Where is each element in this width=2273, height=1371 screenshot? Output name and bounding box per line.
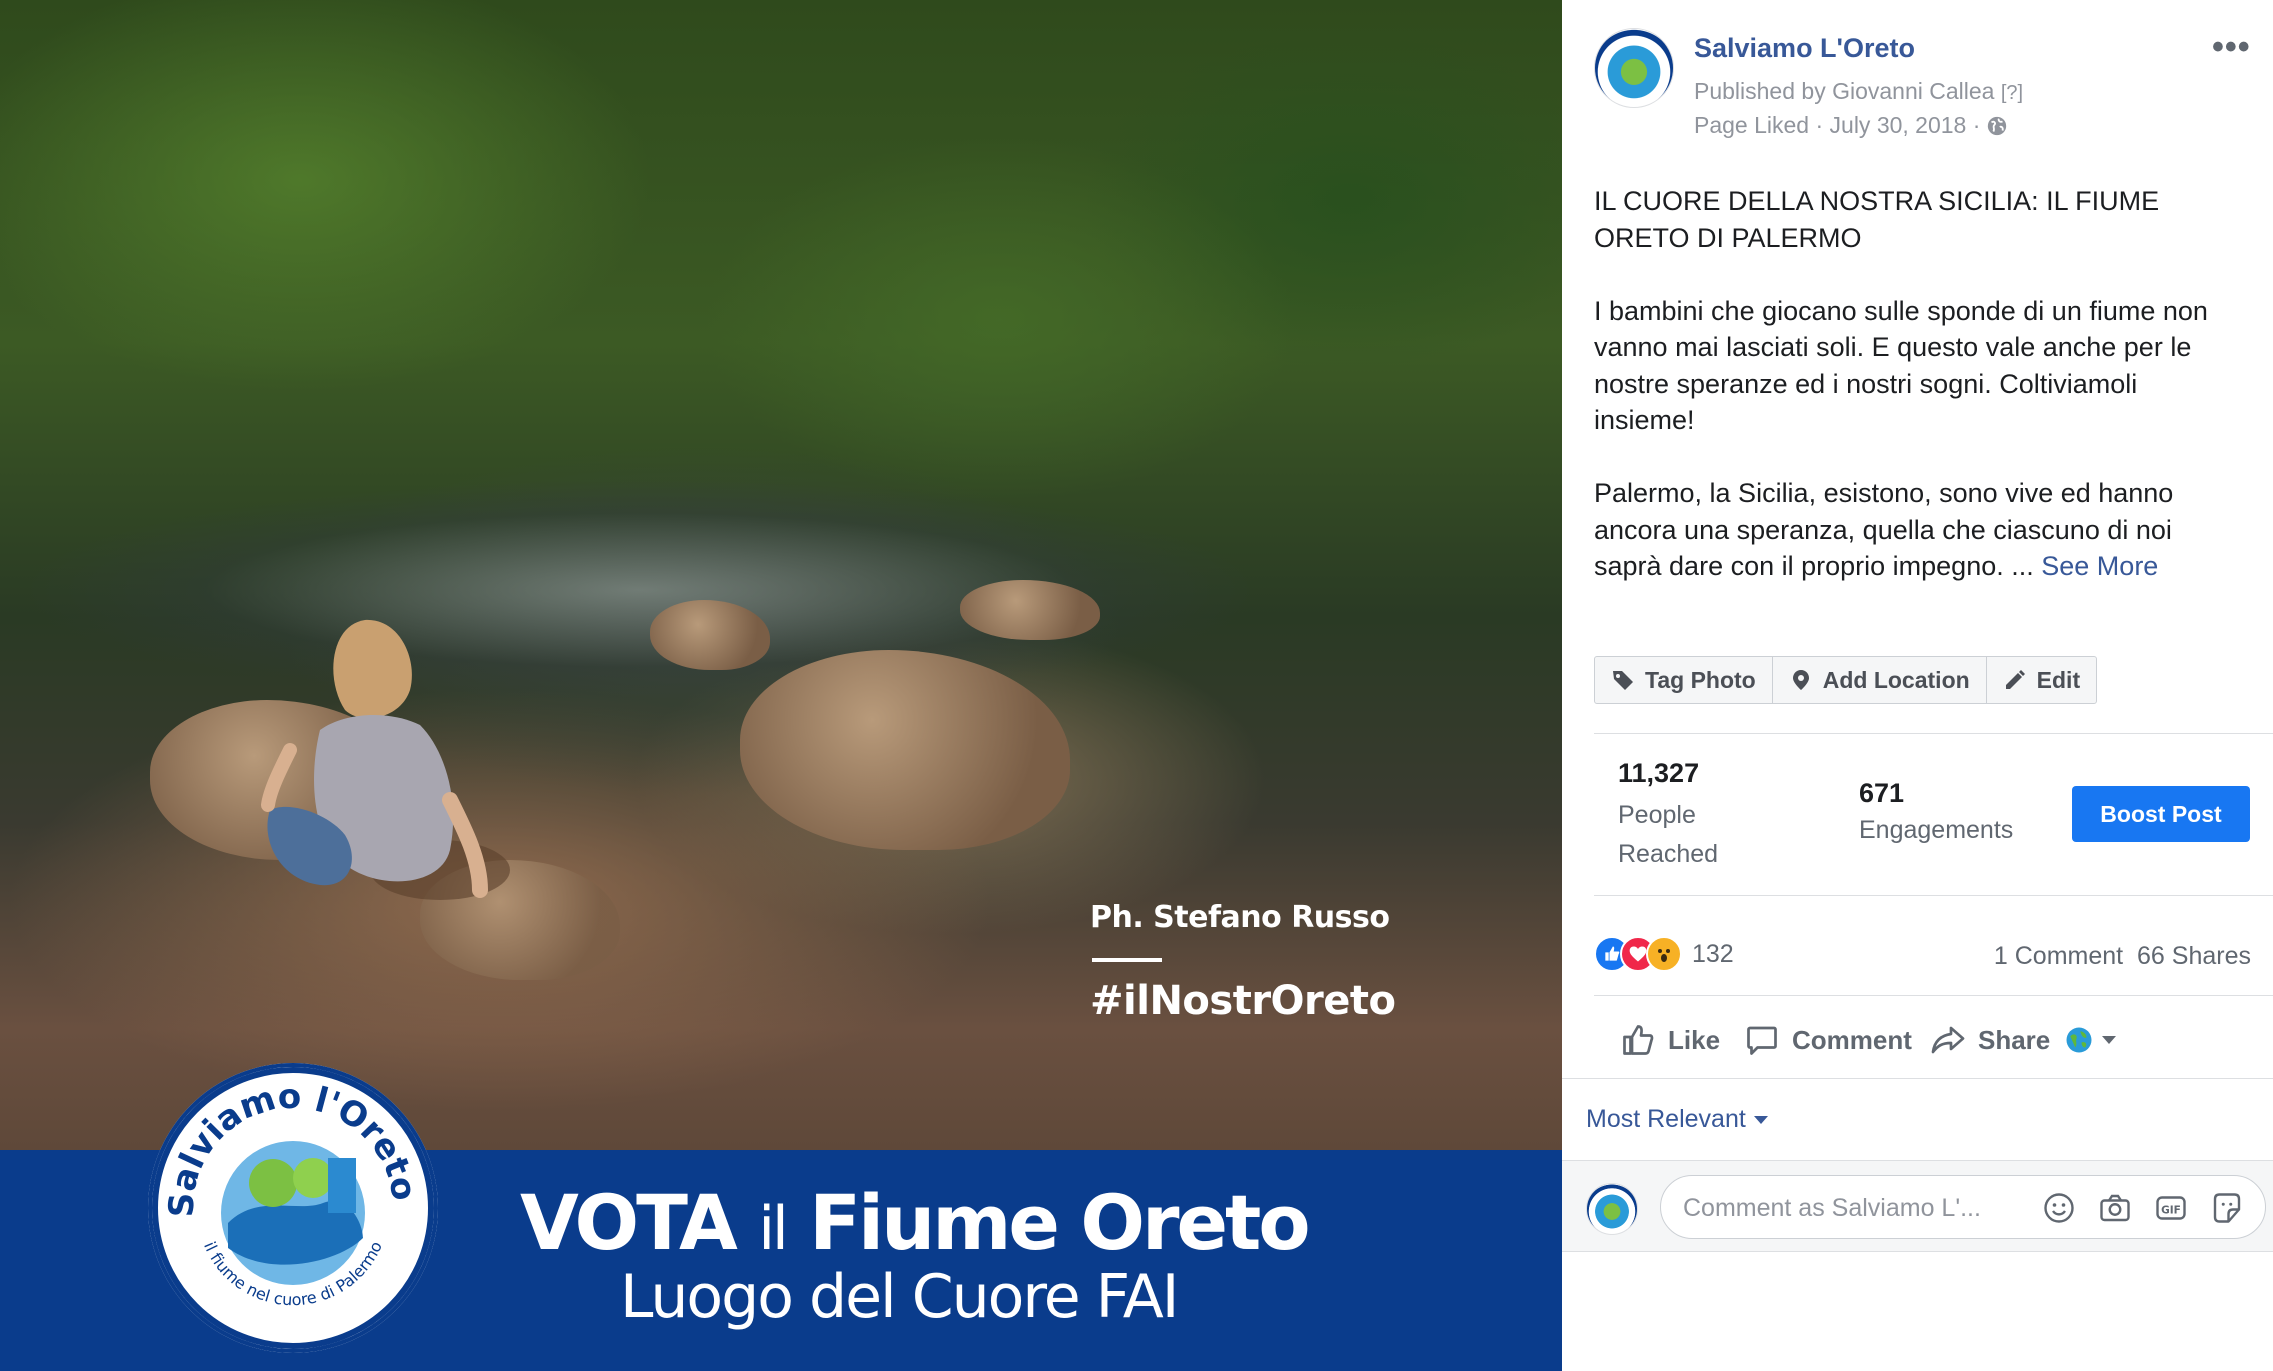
comment-input[interactable] (1683, 1190, 2013, 1226)
published-by: Published by Giovanni Callea [?] (1694, 78, 2023, 105)
comment-bubble-icon (1747, 1026, 1777, 1055)
photo-hashtag: #ilNostrOreto (1090, 978, 1396, 1024)
pencil-icon (2005, 670, 2025, 689)
chevron-down-icon (2102, 1036, 2116, 1044)
post-side-panel: Salviamo L'Oreto Published by Giovanni C… (1562, 0, 2273, 1371)
location-pin-icon (1792, 670, 1809, 690)
banner-title: VOTA il Fiume Oreto (520, 1178, 1311, 1267)
credit-divider (1092, 958, 1162, 962)
tag-photo-label: Tag Photo (1645, 666, 1756, 693)
comment-attachments: GIF (2041, 1190, 2245, 1226)
emoji-icon[interactable] (2041, 1190, 2077, 1226)
svg-text:GIF: GIF (2161, 1204, 2181, 1216)
tag-photo-button[interactable]: Tag Photo (1595, 657, 1773, 703)
add-location-label: Add Location (1822, 666, 1970, 693)
salviamo-oreto-logo: Salviamo l'Oreto! il fiume nel cuore di … (140, 1032, 438, 1353)
post-paragraph: I bambini che giocano sulle sponde di un… (1594, 295, 2208, 436)
divider (1562, 1078, 2273, 1079)
banner-title-vota: VOTA (520, 1178, 759, 1267)
wow-reaction-icon (1646, 936, 1682, 972)
edit-button[interactable]: Edit (1987, 657, 2096, 703)
post-paragraph: IL CUORE DELLA NOSTRA SICILIA: IL FIUME … (1594, 186, 2160, 253)
post-action-bar: Like Comment Share (1594, 1010, 2273, 1070)
comment-composer: GIF (1562, 1160, 2273, 1252)
comment-button[interactable]: Comment (1744, 1022, 1912, 1058)
thumbs-up-icon (1623, 1025, 1654, 1055)
comment-label: Comment (1792, 1024, 1912, 1055)
post-meta: Page Liked · July 30, 2018 · (1694, 112, 2008, 139)
camera-icon[interactable] (2097, 1190, 2133, 1226)
people-reached-label: People Reached (1618, 801, 1719, 868)
share-button[interactable]: Share (1930, 1022, 2050, 1058)
sticker-icon[interactable] (2209, 1190, 2245, 1226)
publisher-help-link[interactable]: [?] (2001, 82, 2023, 104)
divider (1594, 895, 2273, 896)
banner-title-fiume: Fiume Oreto (785, 1178, 1310, 1267)
post-message: IL CUORE DELLA NOSTRA SICILIA: IL FIUME … (1594, 183, 2244, 621)
reaction-summary[interactable]: 132 (1594, 936, 1734, 972)
more-icon[interactable]: ••• (2212, 28, 2251, 67)
reaction-count: 132 (1692, 939, 1734, 968)
see-more-link[interactable]: See More (2041, 551, 2158, 581)
tag-icon (1613, 671, 1633, 690)
child-figure (261, 619, 510, 900)
comment-sort-dropdown[interactable]: Most Relevant (1586, 1105, 1768, 1134)
divider (1594, 733, 2273, 734)
comment-count-link[interactable]: 1 Comment (1994, 942, 2123, 970)
edit-label: Edit (2036, 666, 2081, 693)
banner-title-il: il (758, 1194, 788, 1264)
commenter-avatar[interactable] (1586, 1183, 1638, 1235)
page-name-link[interactable]: Salviamo L'Oreto (1694, 33, 1915, 64)
post-paragraph: Palermo, la Sicilia, esistono, sono vive… (1594, 475, 2244, 585)
engagements-value[interactable]: 671 (1859, 778, 1904, 809)
like-label: Like (1668, 1024, 1721, 1055)
share-count-link[interactable]: 66 Shares (2137, 942, 2251, 970)
audience-globe-icon (2066, 1027, 2092, 1053)
boost-post-button[interactable]: Boost Post (2072, 786, 2250, 842)
banner-subtitle: Luogo del Cuore FAI (620, 1262, 1179, 1332)
gif-icon[interactable]: GIF (2153, 1190, 2189, 1226)
published-by-text: Published by Giovanni Callea (1694, 78, 1995, 104)
photo-credit: Ph. Stefano Russo (1090, 900, 1390, 935)
engagements-label: Engagements (1859, 816, 2014, 844)
comment-sort-label: Most Relevant (1586, 1105, 1746, 1133)
comments-shares: 1 Comment 66 Shares (1994, 942, 2251, 971)
globe-icon[interactable] (1986, 115, 2008, 137)
chevron-down-icon (1753, 1115, 1768, 1124)
page-avatar[interactable] (1594, 28, 1674, 108)
river-water (0, 480, 1300, 700)
audience-selector[interactable] (2064, 1025, 2116, 1055)
share-label: Share (1978, 1024, 2051, 1055)
add-location-button[interactable]: Add Location (1773, 657, 1987, 703)
comment-input-wrapper[interactable]: GIF (1660, 1175, 2266, 1239)
like-button[interactable]: Like (1620, 1022, 1720, 1058)
post-date[interactable]: Page Liked · July 30, 2018 · (1694, 112, 1980, 139)
people-reached-value[interactable]: 11,327 (1618, 758, 1699, 789)
post-photo[interactable]: Ph. Stefano Russo #ilNostrOreto Salviamo… (0, 0, 1562, 1371)
divider (1594, 995, 2273, 996)
share-arrow-icon (1931, 1026, 1965, 1054)
photo-actions: Tag Photo Add Location Edit (1594, 656, 2098, 704)
